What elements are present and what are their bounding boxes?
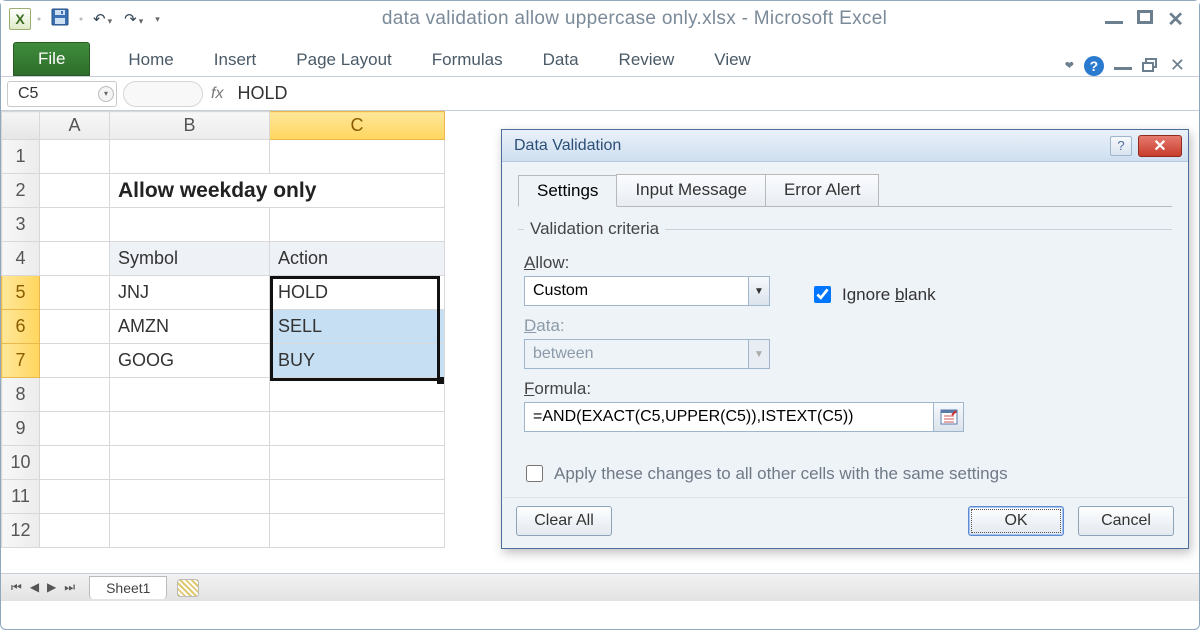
apply-all-checkbox[interactable]: Apply these changes to all other cells w… — [522, 462, 1172, 485]
row-header[interactable]: 4 — [2, 242, 40, 276]
formula-bar: C5 ▾ fx ▾ — [1, 77, 1199, 111]
name-box-value: C5 — [18, 85, 38, 103]
cell[interactable]: Action — [270, 242, 445, 276]
quick-access-toolbar: X ↶ ↷ ▾ — [1, 5, 164, 33]
clear-all-button[interactable]: Clear All — [516, 506, 612, 536]
new-sheet-icon[interactable] — [177, 579, 199, 597]
cancel-button[interactable]: Cancel — [1078, 506, 1174, 536]
data-validation-dialog: Data Validation ? ✕ Settings Input Messa… — [501, 129, 1189, 549]
tab-data[interactable]: Data — [523, 44, 599, 76]
tab-nav-last-icon[interactable]: ⏭ — [60, 580, 79, 595]
tab-formulas[interactable]: Formulas — [412, 44, 523, 76]
col-header-c[interactable]: C — [270, 112, 445, 140]
ignore-blank-input[interactable] — [814, 286, 831, 303]
app-restore-icon[interactable] — [1142, 58, 1160, 74]
maximize-button[interactable] — [1137, 7, 1153, 32]
fx-buttons[interactable] — [123, 81, 203, 107]
dialog-tab-settings[interactable]: Settings — [518, 175, 617, 207]
app-close-icon[interactable]: ✕ — [1170, 55, 1185, 76]
cell[interactable]: Symbol — [110, 242, 270, 276]
fx-label[interactable]: fx — [211, 85, 223, 103]
cell[interactable]: AMZN — [110, 310, 270, 344]
range-selector-icon[interactable] — [934, 402, 964, 432]
dialog-titlebar[interactable]: Data Validation ? ✕ — [502, 130, 1188, 162]
cell[interactable]: BUY — [270, 344, 445, 378]
row-header[interactable]: 3 — [2, 208, 40, 242]
tab-view[interactable]: View — [694, 44, 771, 76]
dialog-tabs: Settings Input Message Error Alert — [518, 174, 1172, 207]
row-header[interactable]: 1 — [2, 140, 40, 174]
dialog-title: Data Validation — [514, 137, 621, 155]
sheet-title: Allow weekday only — [110, 174, 445, 208]
row-header[interactable]: 6 — [2, 310, 40, 344]
ribbon-minimize-icon[interactable]: ❤ — [1065, 59, 1074, 72]
dialog-help-icon[interactable]: ? — [1110, 136, 1132, 156]
sheet-tab[interactable]: Sheet1 — [89, 576, 167, 599]
ok-button[interactable]: OK — [968, 506, 1064, 536]
row-header[interactable]: 5 — [2, 276, 40, 310]
cell[interactable]: SELL — [270, 310, 445, 344]
app-minimize-icon[interactable] — [1114, 57, 1132, 75]
row-header[interactable]: 2 — [2, 174, 40, 208]
title-bar: X ↶ ↷ ▾ data validation allow uppercase … — [1, 1, 1199, 37]
dialog-tab-input-message[interactable]: Input Message — [616, 174, 766, 206]
tab-insert[interactable]: Insert — [194, 44, 277, 76]
row-header[interactable]: 11 — [2, 480, 40, 514]
allow-dropdown-icon[interactable]: ▼ — [749, 276, 770, 306]
select-all-corner[interactable] — [2, 112, 40, 140]
data-combobox: ▼ — [524, 339, 770, 369]
excel-icon[interactable]: X — [9, 8, 31, 30]
tab-nav-first-icon[interactable]: ⏮ — [7, 580, 26, 595]
tab-home[interactable]: Home — [108, 44, 193, 76]
row-header[interactable]: 12 — [2, 514, 40, 548]
name-box-dropdown-icon[interactable]: ▾ — [98, 86, 114, 102]
tab-review[interactable]: Review — [599, 44, 695, 76]
data-label: Data: — [524, 316, 1166, 336]
dialog-close-icon[interactable]: ✕ — [1138, 135, 1182, 157]
help-icon[interactable]: ? — [1084, 56, 1104, 76]
ribbon: File Home Insert Page Layout Formulas Da… — [1, 37, 1199, 77]
tab-nav-prev-icon[interactable]: ◀ — [26, 580, 43, 595]
cell[interactable]: JNJ — [110, 276, 270, 310]
validation-criteria-legend: Validation criteria — [524, 219, 665, 239]
row-header[interactable]: 10 — [2, 446, 40, 480]
cell[interactable]: GOOG — [110, 344, 270, 378]
formula-field[interactable] — [524, 402, 934, 432]
col-header-b[interactable]: B — [110, 112, 270, 140]
redo-button[interactable]: ↷ — [120, 8, 147, 30]
close-button[interactable]: ✕ — [1167, 7, 1183, 32]
window-title: data validation allow uppercase only.xls… — [164, 8, 1105, 30]
tab-nav-next-icon[interactable]: ▶ — [43, 580, 60, 595]
col-header-a[interactable]: A — [40, 112, 110, 140]
tab-page-layout[interactable]: Page Layout — [276, 44, 411, 76]
row-header[interactable]: 9 — [2, 412, 40, 446]
minimize-button[interactable] — [1105, 7, 1123, 32]
save-button[interactable] — [47, 6, 73, 32]
fill-handle[interactable] — [437, 377, 444, 384]
allow-value[interactable] — [524, 276, 749, 306]
formula-label: Formula: — [524, 379, 1166, 399]
allow-label: AAllow:llow: — [524, 253, 770, 273]
apply-all-label: Apply these changes to all other cells w… — [554, 464, 1008, 484]
formula-input[interactable] — [233, 81, 1199, 107]
row-header[interactable]: 7 — [2, 344, 40, 378]
dialog-tab-error-alert[interactable]: Error Alert — [765, 174, 880, 206]
apply-all-input[interactable] — [526, 465, 543, 482]
undo-button[interactable]: ↶ — [89, 8, 116, 30]
data-dropdown-icon: ▼ — [749, 339, 770, 369]
ignore-blank-checkbox[interactable]: Ignore blank — [810, 283, 936, 306]
allow-combobox[interactable]: ▼ — [524, 276, 770, 306]
window-controls: ✕ — [1105, 7, 1199, 32]
file-tab[interactable]: File — [13, 42, 90, 76]
name-box[interactable]: C5 ▾ — [7, 81, 117, 107]
row-header[interactable]: 8 — [2, 378, 40, 412]
qat-customize[interactable]: ▾ — [151, 12, 164, 27]
cell[interactable]: HOLD — [270, 276, 445, 310]
data-value — [524, 339, 749, 369]
sheet-tab-bar: ⏮ ◀ ▶ ⏭ Sheet1 — [1, 573, 1199, 601]
